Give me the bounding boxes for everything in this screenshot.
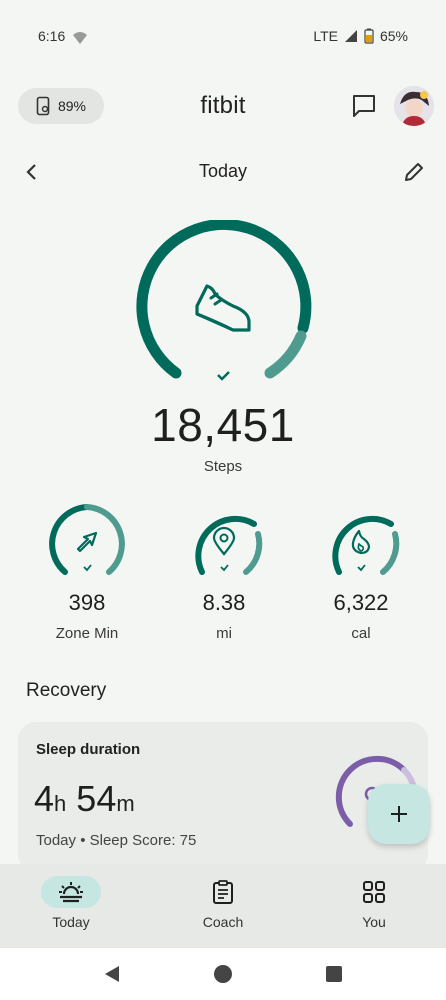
system-back-button[interactable]: [102, 964, 122, 989]
today-sunrise-icon: [59, 882, 83, 903]
calories-value: 6,322: [333, 590, 389, 615]
square-recents-icon: [326, 966, 342, 982]
signal-icon: [344, 30, 357, 42]
distance-value: 8.38: [202, 590, 246, 615]
check-icon: [217, 371, 230, 381]
calories-label: cal: [351, 625, 371, 642]
nav-today-indicator: [41, 876, 101, 908]
nav-coach[interactable]: Coach: [163, 864, 283, 948]
distance-ring[interactable]: [182, 502, 266, 586]
system-recents-button[interactable]: [325, 965, 343, 988]
app-title: fitbit: [200, 92, 246, 119]
flame-icon: [351, 529, 371, 555]
steps-label: Steps: [203, 458, 243, 475]
plus-icon: [391, 806, 407, 822]
grid-icon: [363, 881, 385, 903]
steps-ring[interactable]: [130, 218, 316, 406]
nav-today[interactable]: Today: [11, 864, 131, 948]
nav-coach-icon-wrap: [193, 876, 253, 908]
sleep-card-title: Sleep duration: [36, 741, 141, 758]
system-home-button[interactable]: [213, 964, 233, 989]
messages-button[interactable]: [350, 92, 378, 120]
sleep-hours-unit: h: [54, 791, 67, 816]
profile-avatar[interactable]: [394, 86, 434, 126]
sleep-hours: 4: [34, 778, 55, 819]
clipboard-icon: [213, 880, 233, 904]
nav-today-label: Today: [52, 914, 90, 930]
sleep-minutes-unit: m: [116, 791, 135, 816]
zone-arrow-icon: [76, 531, 98, 553]
circle-home-icon: [214, 965, 232, 983]
check-icon: [220, 564, 229, 572]
nav-coach-label: Coach: [202, 914, 244, 930]
battery-icon: [364, 28, 374, 44]
battery-percent: 65%: [379, 28, 408, 44]
sleep-subtitle: Today • Sleep Score: 75: [36, 832, 197, 849]
nav-you-label: You: [362, 914, 386, 930]
chat-icon: [353, 95, 375, 117]
check-icon: [357, 564, 366, 572]
location-pin-icon: [212, 526, 236, 556]
add-button[interactable]: [368, 784, 430, 844]
edit-button[interactable]: [402, 160, 426, 184]
triangle-back-icon: [105, 966, 119, 982]
nav-you[interactable]: You: [314, 864, 434, 948]
zone-min-ring[interactable]: [45, 502, 129, 586]
zone-min-label: Zone Min: [55, 625, 119, 642]
day-title: Today: [198, 161, 248, 181]
pencil-icon: [405, 163, 423, 181]
calories-ring[interactable]: [319, 502, 403, 586]
check-icon: [83, 564, 92, 572]
recovery-title: Recovery: [26, 680, 107, 701]
wifi-icon: [72, 31, 88, 50]
nav-you-icon-wrap: [344, 876, 404, 908]
steps-value: 18,451: [151, 399, 295, 451]
status-time: 6:16: [38, 28, 66, 44]
distance-label: mi: [216, 625, 232, 642]
network-label: LTE: [313, 28, 338, 44]
shoe-icon: [195, 284, 251, 332]
status-right: LTE 65%: [313, 28, 408, 44]
zone-min-value: 398: [68, 590, 106, 615]
sleep-duration-value: 4h 54m: [34, 778, 135, 820]
sleep-minutes: 54: [76, 778, 117, 819]
